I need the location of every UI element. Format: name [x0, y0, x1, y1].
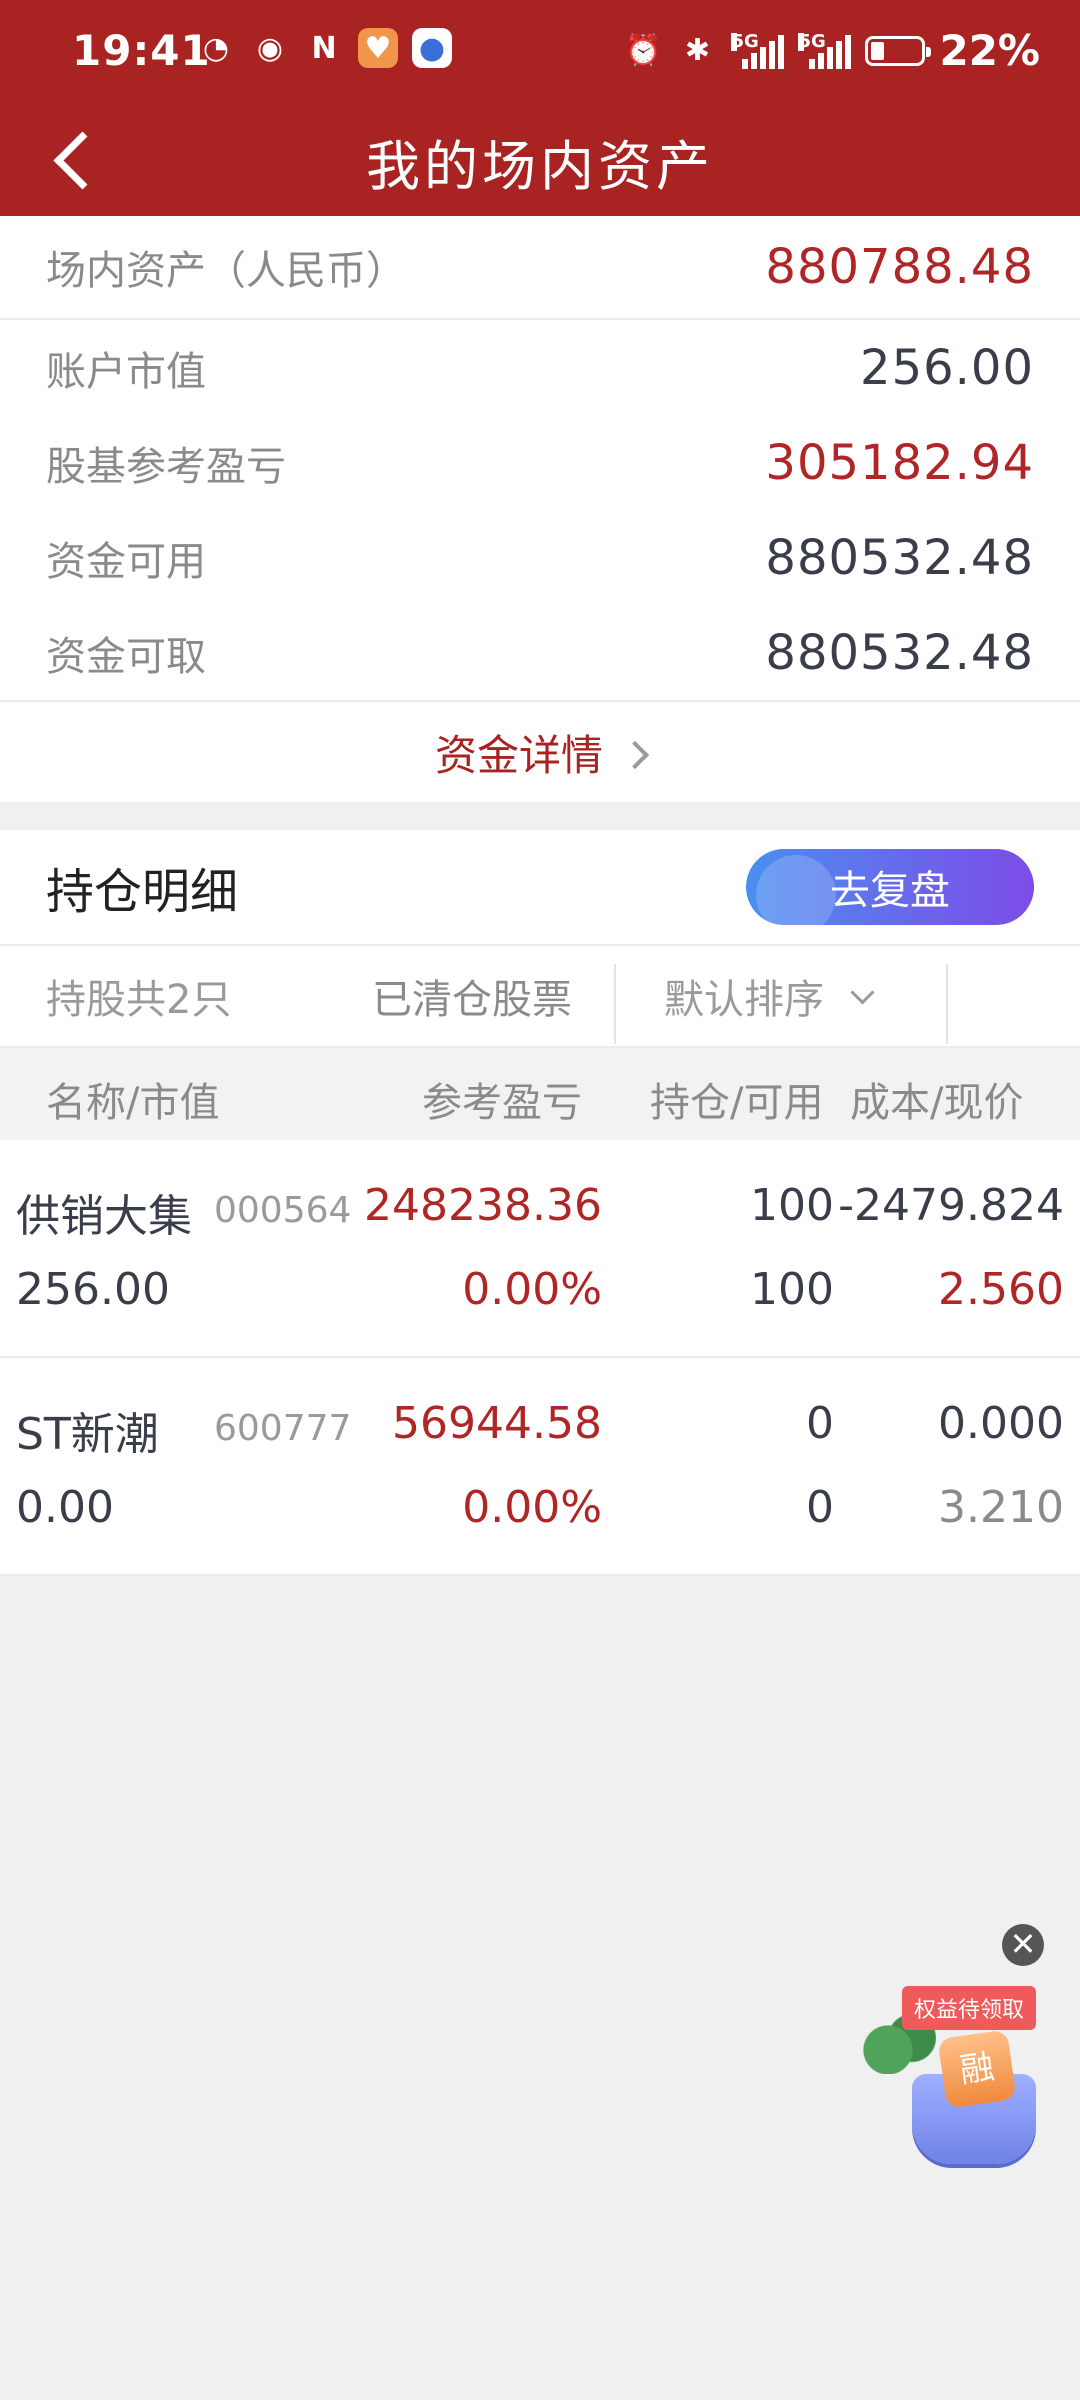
app-header: 19:41 ◔ ◉ N ♥ ● ⏰ ✱ 5G 5G 22% 我的场内资产 — [0, 0, 1080, 216]
column-cost: 成本/现价 — [850, 1080, 1024, 1126]
stock-cost: 0.000 — [938, 1398, 1064, 1449]
holdings-count: 持股共2只 — [46, 977, 232, 1023]
status-time: 19:41 — [72, 26, 211, 75]
sort-label: 默认排序 — [664, 977, 824, 1023]
status-bar: 19:41 ◔ ◉ N ♥ ● ⏰ ✱ 5G 5G 22% — [0, 0, 1080, 104]
stock-available: 100 — [750, 1264, 834, 1315]
stock-price: 2.560 — [938, 1264, 1064, 1315]
stock-pnl: 248238.36 — [364, 1180, 602, 1231]
browser-app-icon: ● — [412, 28, 452, 68]
signal-strength-icon-2: 5G — [798, 32, 852, 69]
stock-position: 100 — [750, 1180, 834, 1231]
withdrawable-funds-row: 资金可取 880532.48 — [0, 605, 1080, 700]
holding-row[interactable]: ST新潮 600777 56944.58 0 0.000 0.00 0.00% … — [0, 1358, 1080, 1576]
stock-cost: -2479.824 — [838, 1180, 1064, 1231]
fund-details-label: 资金详情 — [434, 730, 603, 780]
promo-widget[interactable]: ✕ 融 权益待领取 — [846, 1924, 1046, 2184]
stock-name: 供销大集 — [16, 1191, 192, 1242]
nav-bar: 我的场内资产 — [0, 104, 1080, 216]
chevron-right-icon — [620, 740, 650, 770]
stock-market-value: 256.00 — [16, 1264, 170, 1315]
promo-badge: 融 — [937, 2029, 1017, 2109]
nfc-icon: N — [311, 30, 337, 66]
filter-divider — [614, 964, 616, 1044]
withdrawable-funds-label: 资金可取 — [46, 633, 206, 680]
stock-pnl-percent: 0.00% — [462, 1264, 602, 1315]
stock-available: 0 — [806, 1482, 834, 1533]
status-icons-left: ◔ ◉ N ♥ ● — [196, 28, 452, 68]
total-assets-value: 880788.48 — [765, 239, 1034, 295]
status-icons-right: ⏰ ✱ 5G 5G 22% — [623, 26, 1040, 75]
market-value-value: 256.00 — [860, 339, 1034, 396]
column-position: 持仓/可用 — [650, 1080, 824, 1126]
holdings-section: 持仓明细 去复盘 持股共2只 已清仓股票 默认排序 名称/市值 参考盈亏 持仓/… — [0, 830, 1080, 1576]
holdings-filter-bar: 持股共2只 已清仓股票 默认排序 — [0, 946, 1080, 1048]
stock-name: ST新潮 — [16, 1409, 159, 1460]
holding-row[interactable]: 供销大集 000564 248238.36 100 -2479.824 256.… — [0, 1140, 1080, 1358]
holdings-title: 持仓明细 — [46, 864, 239, 920]
holdings-header: 持仓明细 去复盘 — [0, 830, 1080, 946]
close-icon[interactable]: ✕ — [1002, 1924, 1044, 1966]
battery-icon — [865, 35, 932, 66]
stock-code: 000564 — [214, 1190, 352, 1231]
app-notification-icon: ♥ — [358, 28, 398, 68]
review-button[interactable]: 去复盘 — [746, 849, 1034, 925]
alarm-icon: ⏰ — [624, 33, 663, 68]
speedometer-icon: ◔ — [202, 30, 230, 66]
total-assets-label: 场内资产（人民币） — [46, 248, 406, 294]
stock-price: 3.210 — [938, 1482, 1064, 1533]
bluetooth-icon: ✱ — [684, 33, 711, 68]
stock-position: 0 — [806, 1398, 834, 1449]
sort-dropdown[interactable]: 默认排序 — [664, 967, 875, 1025]
stock-code: 600777 — [214, 1408, 352, 1449]
fund-details-link[interactable]: 资金详情 — [0, 700, 1080, 802]
column-pnl: 参考盈亏 — [422, 1080, 582, 1126]
promo-tag: 权益待领取 — [902, 1986, 1037, 2030]
filter-divider-2 — [946, 964, 948, 1044]
stock-pnl-percent: 0.00% — [462, 1482, 602, 1533]
total-assets-row: 场内资产（人民币） 880788.48 — [0, 216, 1080, 320]
stock-pnl: 56944.58 — [392, 1398, 602, 1449]
battery-percent: 22% — [939, 26, 1040, 75]
cleared-stocks-link[interactable]: 已清仓股票 — [372, 967, 572, 1025]
review-button-label: 去复盘 — [830, 869, 950, 913]
page-title: 我的场内资产 — [366, 135, 714, 198]
column-name: 名称/市值 — [46, 1080, 220, 1126]
reference-pnl-label: 股基参考盈亏 — [46, 443, 286, 490]
market-value-row: 账户市值 256.00 — [0, 320, 1080, 415]
chevron-down-icon — [850, 979, 875, 1005]
available-funds-value: 880532.48 — [765, 529, 1034, 586]
available-funds-label: 资金可用 — [46, 538, 206, 585]
eye-icon: ◉ — [256, 30, 284, 66]
market-value-label: 账户市值 — [46, 348, 206, 395]
holdings-column-header: 名称/市值 参考盈亏 持仓/可用 成本/现价 — [0, 1048, 1080, 1140]
stock-market-value: 0.00 — [16, 1482, 114, 1533]
available-funds-row: 资金可用 880532.48 — [0, 510, 1080, 605]
withdrawable-funds-value: 880532.48 — [765, 624, 1034, 681]
signal-strength-icon: 5G — [731, 32, 785, 69]
reference-pnl-value: 305182.94 — [765, 434, 1034, 491]
reference-pnl-row: 股基参考盈亏 305182.94 — [0, 415, 1080, 510]
asset-summary: 场内资产（人民币） 880788.48 账户市值 256.00 股基参考盈亏 3… — [0, 216, 1080, 802]
